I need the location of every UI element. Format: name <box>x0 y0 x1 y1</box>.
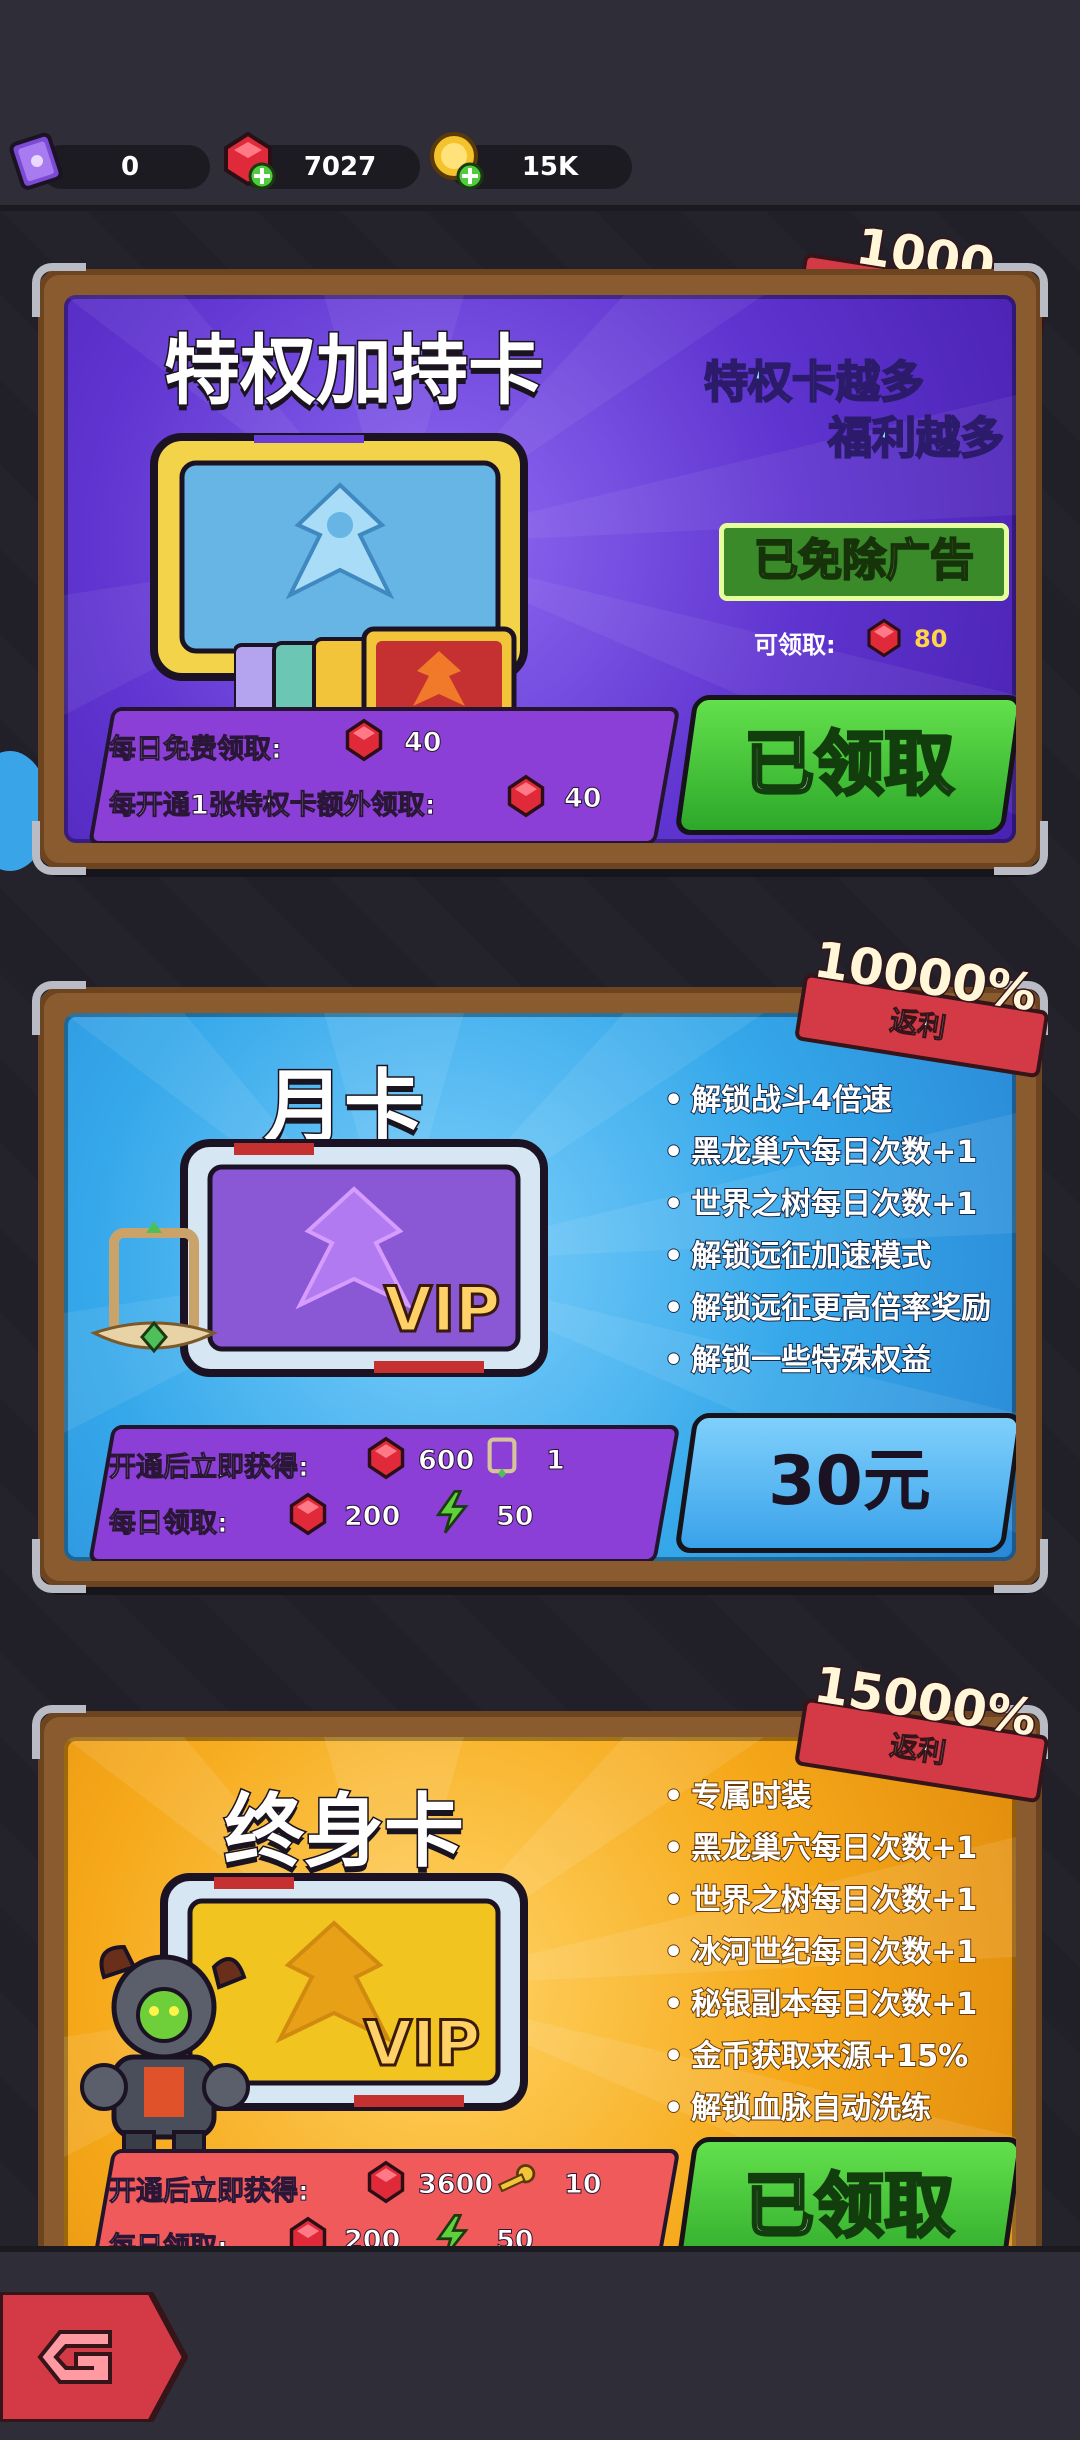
claimable-value: 80 <box>914 625 948 653</box>
instant-label: 开通后立即获得: <box>109 1452 310 1484</box>
feature-item: 黑龙巢穴每日次数+1 <box>664 1823 978 1867</box>
extra-value: 40 <box>564 783 603 815</box>
feature-item: 黑龙巢穴每日次数+1 <box>664 1127 978 1171</box>
daily-energy-value: 50 <box>496 1501 535 1533</box>
ruby-gem-icon <box>367 2160 405 2204</box>
daily-gem-value: 200 <box>343 1501 401 1533</box>
instant-gem-value: 3600 <box>417 2169 494 2201</box>
golden-key-icon <box>497 2164 536 2193</box>
instant-key-value: 10 <box>564 2169 603 2201</box>
daily-free-label: 每日免费领取: <box>109 734 283 766</box>
currency-bar: 0 7027 15K <box>0 0 1080 211</box>
feature-item: 世界之树每日次数+1 <box>664 1179 978 1223</box>
feature-item: 冰河世纪每日次数+1 <box>664 1927 978 1971</box>
privilege-claimed-button[interactable]: 已领取 <box>674 695 1016 835</box>
feature-item: 解锁一些特殊权益 <box>664 1335 932 1379</box>
home-tab[interactable] <box>0 2289 189 2425</box>
instant-label: 开通后立即获得: <box>109 2176 310 2208</box>
coin-count: 15K <box>521 152 579 182</box>
ad-removed-badge: 已免除广告 <box>719 523 1009 601</box>
monthly-card: 月卡 VIP 解锁战斗4倍速 黑龙巢穴每日次数+1 世界之树每日次数+1 解锁远… <box>32 981 1048 1593</box>
gold-coin-icon[interactable] <box>424 128 488 192</box>
vip-card-art <box>180 1139 548 1377</box>
frame-icon <box>487 1437 517 1478</box>
feature-item: 专属时装 <box>664 1771 812 1815</box>
card-shop-list[interactable]: 1000 特权加持卡 特权卡越多 福利越多 已免除广告 可领取: 80 每日免费… <box>0 211 1080 2246</box>
ruby-gem-icon[interactable] <box>216 128 280 192</box>
armored-character-art <box>80 1944 250 2164</box>
claimable-label: 可领取: <box>754 631 836 659</box>
gem-count: 7027 <box>303 152 377 182</box>
feature-item: 金币获取来源+15% <box>664 2031 969 2075</box>
vip-badge: VIP <box>383 1272 502 1348</box>
ruby-gem-icon <box>289 1492 327 1536</box>
feature-item: 解锁血脉自动洗练 <box>664 2083 932 2127</box>
instant-frame-value: 1 <box>546 1445 566 1477</box>
feature-item: 解锁战斗4倍速 <box>664 1075 893 1119</box>
daily-energy-value: 50 <box>496 2225 535 2247</box>
daily-free-value: 40 <box>404 727 443 759</box>
energy-bolt-icon <box>435 2214 469 2246</box>
ruby-gem-icon <box>367 1436 405 1480</box>
daily-gem-value: 200 <box>343 2225 401 2247</box>
privilege-card: 特权加持卡 特权卡越多 福利越多 已免除广告 可领取: 80 每日免费领取: 4… <box>32 263 1048 875</box>
extra-label: 每开通1张特权卡额外领取: <box>109 790 437 822</box>
ruby-gem-icon <box>289 2216 327 2246</box>
daily-label: 每日领取: <box>109 1508 229 1540</box>
bottom-nav <box>0 2246 1080 2440</box>
g-logo-icon <box>0 2289 189 2425</box>
card-title: 终身卡 <box>223 1784 466 1880</box>
buy-monthly-button[interactable]: 30元 <box>674 1413 1016 1553</box>
feature-item: 秘银副本每日次数+1 <box>664 1979 978 2023</box>
feature-item: 解锁远征更高倍率奖励 <box>664 1283 992 1327</box>
ruby-gem-icon <box>345 718 383 762</box>
frame-item-icon <box>90 1221 218 1354</box>
ruby-gem-icon <box>867 618 901 658</box>
feature-item: 世界之树每日次数+1 <box>664 1875 978 1919</box>
instant-gem-value: 600 <box>417 1445 475 1477</box>
energy-bolt-icon <box>435 1490 469 1534</box>
daily-label: 每日领取: <box>109 2225 229 2247</box>
privilege-slogan: 特权卡越多 福利越多 <box>703 356 1005 465</box>
feature-item: 解锁远征加速模式 <box>664 1231 932 1275</box>
card-count: 0 <box>120 152 140 182</box>
ruby-gem-icon <box>507 774 545 818</box>
lifetime-claimed-button[interactable]: 已领取 <box>674 2137 1016 2246</box>
vip-badge: VIP <box>363 2006 482 2082</box>
